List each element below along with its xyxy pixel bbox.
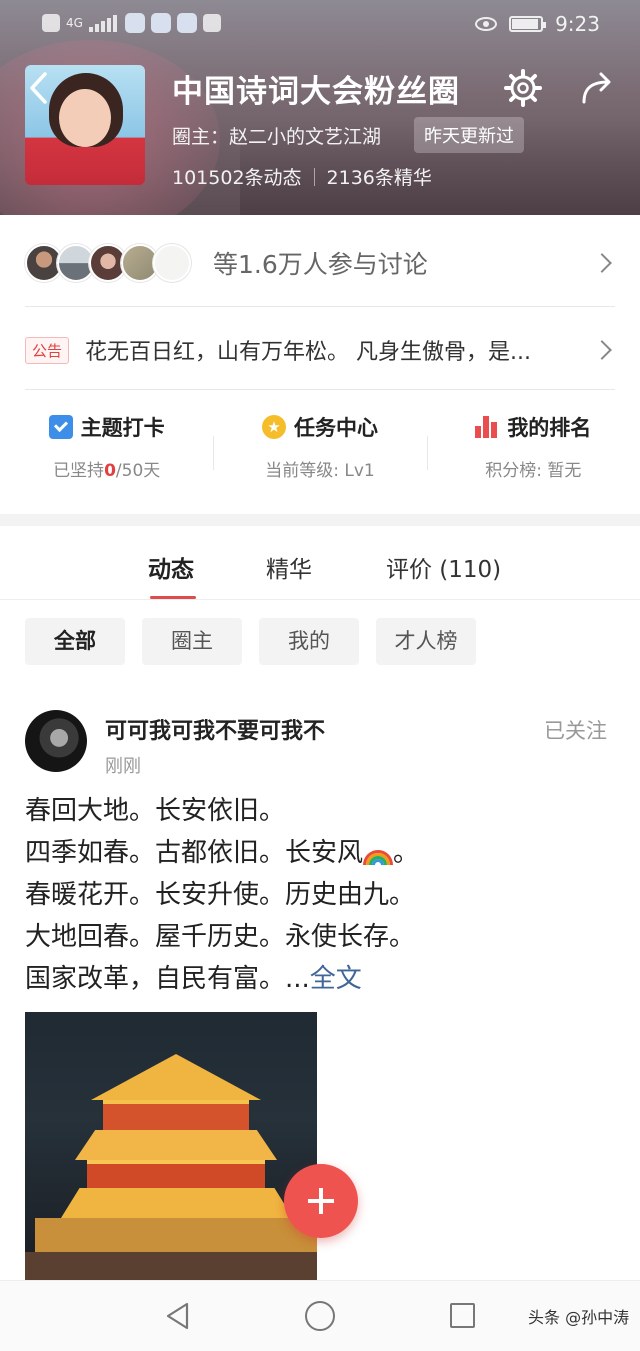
post-time: 刚刚 (105, 756, 141, 777)
post-line: 春回大地。长安依旧。 (25, 796, 286, 826)
sim-icon (42, 14, 60, 32)
notice-row[interactable]: 公告 花无百日红，山有万年松。 凡身生傲骨，是... (25, 328, 615, 372)
status-left: 4G (42, 13, 221, 33)
filter-mine[interactable]: 我的 (259, 618, 359, 665)
calendar-check-icon (48, 415, 73, 439)
app-notification-icon (150, 13, 171, 33)
follow-status-button[interactable]: 已关注 (544, 715, 607, 745)
eye-comfort-icon (475, 17, 498, 31)
status-bar: 4G 9:23 (0, 0, 640, 50)
tab-feed[interactable]: 动态 (148, 550, 194, 584)
actions-divider (427, 436, 428, 470)
quick-actions: 主题打卡 已坚持0/50天 ★ 任务中心 当前等级: Lv1 我的排名 积分榜:… (0, 412, 640, 492)
status-time: 9:23 (555, 12, 600, 36)
level-text: 当前等级: Lv1 (265, 461, 375, 481)
post-line: 四季如春。古都依旧。长安风 。 (25, 838, 420, 868)
post-line: 国家改革，自民有富。...全文 (25, 964, 362, 994)
task-center-title: 任务中心 (293, 416, 378, 440)
read-more-link[interactable]: 全文 (310, 964, 362, 994)
notice-tag: 公告 (25, 336, 70, 364)
battery-icon (509, 16, 547, 32)
watermark: 头条 @孙中涛 (528, 1308, 630, 1327)
search-status-icon (124, 13, 145, 33)
task-center-action[interactable]: ★ 任务中心 当前等级: Lv1 (213, 412, 426, 492)
bar-chart-icon (475, 416, 499, 438)
participants-text: 等1.6万人参与讨论 (213, 250, 428, 279)
post-line: 大地回春。屋千历史。永使长存。 (25, 922, 416, 952)
nav-recent-apps-icon[interactable] (450, 1303, 475, 1328)
filter-owner[interactable]: 圈主 (142, 618, 242, 665)
actions-divider (213, 436, 214, 470)
posts-count: 101502条动态 (172, 167, 302, 189)
post-line: 春暖花开。长安升使。历史由九。 (25, 880, 416, 910)
sd-card-icon (202, 14, 221, 32)
ranking-action[interactable]: 我的排名 积分榜: 暂无 (427, 412, 640, 492)
ranking-title: 我的排名 (507, 416, 592, 440)
circle-title: 中国诗词大会粉丝圈 (172, 74, 460, 110)
circle-stats: 101502条动态 2136条精华 (172, 163, 432, 190)
signal-icon (88, 14, 119, 32)
circle-owner[interactable]: 圈主：赵二小的文艺江湖 (172, 122, 381, 149)
back-icon[interactable] (20, 68, 60, 108)
participant-avatar (153, 244, 191, 282)
gear-icon[interactable] (503, 68, 543, 108)
chevron-right-icon (592, 340, 612, 360)
checkin-action[interactable]: 主题打卡 已坚持0/50天 (0, 412, 213, 492)
filter-talent-board[interactable]: 才人榜 (376, 618, 476, 665)
nav-back-icon[interactable] (165, 1301, 191, 1331)
filter-all[interactable]: 全部 (25, 618, 125, 665)
checkin-progress: 已坚持0/50天 (53, 461, 161, 481)
stats-divider (313, 167, 315, 186)
status-right: 9:23 (475, 12, 600, 36)
divider (25, 389, 615, 390)
post-text[interactable]: 春回大地。长安依旧。 四季如春。古都依旧。长安风 。 春暖花开。长安升使。历史由… (25, 790, 625, 1000)
app-notification-icon-2 (176, 13, 197, 33)
post-author-avatar[interactable] (25, 710, 87, 772)
tab-featured[interactable]: 精华 (266, 550, 312, 584)
post-author-name[interactable]: 可可我可我不要可我不 (105, 713, 325, 745)
featured-count: 2136条精华 (326, 167, 432, 189)
star-badge-icon: ★ (261, 415, 286, 439)
circle-header: 4G 9:23 中国诗词大会粉丝圈 圈主：赵二小的文艺江湖 昨天更新过 1015… (0, 0, 640, 215)
update-badge: 昨天更新过 (414, 117, 524, 153)
filter-chips: 全部 圈主 我的 才人榜 (25, 618, 476, 665)
nav-home-icon[interactable] (305, 1301, 335, 1331)
chevron-right-icon (592, 253, 612, 273)
add-post-button[interactable] (284, 1164, 358, 1238)
rainbow-emoji-icon (363, 839, 394, 865)
section-gap (0, 514, 640, 526)
share-icon[interactable] (578, 68, 618, 108)
checkin-title: 主题打卡 (80, 416, 165, 440)
active-tab-indicator (150, 596, 196, 599)
tab-reviews[interactable]: 评价 (110) (386, 550, 501, 584)
content-tabs: 动态 精华 评价 (110) (0, 526, 640, 600)
notice-text: 花无百日红，山有万年松。 凡身生傲骨，是... (85, 340, 531, 365)
participants-row[interactable]: 等1.6万人参与讨论 (25, 235, 615, 291)
ranking-text: 积分榜: 暂无 (485, 461, 582, 481)
network-type: 4G (66, 16, 83, 30)
divider (25, 306, 615, 307)
system-nav-bar: 头条 @孙中涛 (0, 1280, 640, 1351)
post-image[interactable] (25, 1012, 317, 1280)
